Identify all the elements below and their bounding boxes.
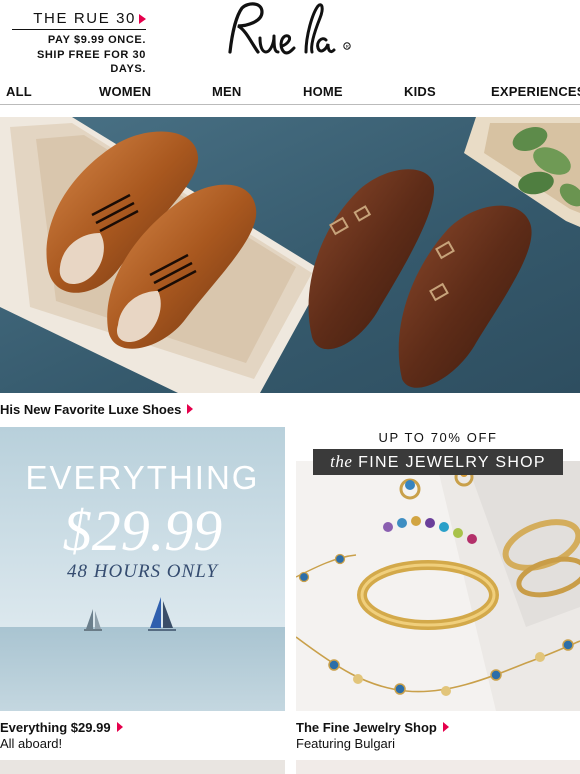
- rue30-title[interactable]: THE RUE 30: [6, 10, 146, 27]
- ruelala-logo[interactable]: R: [222, 0, 358, 64]
- main-nav: ALL WOMEN MEN HOME KIDS EXPERIENCES: [0, 82, 580, 104]
- hero-shoes-image: [0, 117, 580, 393]
- next-tile-left-preview[interactable]: [0, 760, 285, 774]
- hero-banner-shoes[interactable]: [0, 117, 580, 393]
- jewelry-banner-main: FINE JEWELRY SHOP: [358, 454, 546, 471]
- rue30-promo[interactable]: THE RUE 30 PAY $9.99 ONCE. SHIP FREE FOR…: [6, 10, 146, 76]
- nav-item-women[interactable]: WOMEN: [99, 84, 151, 99]
- tile-right-subcaption: Featuring Bulgari: [296, 736, 395, 751]
- jewelry-banner: the FINE JEWELRY SHOP: [313, 449, 563, 475]
- nav-item-experiences[interactable]: EXPERIENCES: [491, 84, 580, 99]
- everything-price: $29.99: [62, 498, 223, 563]
- nav-item-men[interactable]: MEN: [212, 84, 242, 99]
- rue30-line-2: SHIP FREE FOR 30 DAYS.: [36, 49, 146, 75]
- divider: [12, 29, 146, 30]
- nav-item-all[interactable]: ALL: [6, 84, 32, 99]
- nav-item-home[interactable]: HOME: [303, 84, 343, 99]
- arrow-right-icon: [139, 14, 146, 24]
- next-tile-right-preview[interactable]: [296, 760, 580, 774]
- rue30-line-1: PAY $9.99 ONCE.: [47, 34, 146, 46]
- tile-right-caption-text: The Fine Jewelry Shop: [296, 720, 437, 735]
- tile-right-caption-link[interactable]: The Fine Jewelry Shop: [296, 720, 449, 735]
- ruelala-logo-mark: R: [228, 2, 351, 55]
- arrow-right-icon: [116, 722, 123, 732]
- tile-left-subcaption: All aboard!: [0, 736, 63, 751]
- arrow-right-icon: [187, 404, 194, 414]
- tile-left-caption-text: Everything $29.99: [0, 720, 111, 735]
- tile-fine-jewelry[interactable]: UP TO 70% OFF the FINE JEWELRY SHOP: [296, 427, 580, 711]
- jewelry-banner-prefix: the: [330, 452, 353, 471]
- rue30-title-text: THE RUE 30: [33, 10, 136, 27]
- jewelry-discount: UP TO 70% OFF: [378, 430, 498, 445]
- nav-item-kids[interactable]: KIDS: [404, 84, 436, 99]
- everything-headline: EVERYTHING: [25, 459, 260, 496]
- hero-caption-link[interactable]: His New Favorite Luxe Shoes: [0, 402, 194, 417]
- tile-everything-2999[interactable]: EVERYTHING $29.99 48 HOURS ONLY: [0, 427, 285, 711]
- nav-divider: [0, 104, 580, 105]
- everything-subline: 48 HOURS ONLY: [67, 561, 218, 582]
- tile-left-caption-link[interactable]: Everything $29.99: [0, 720, 123, 735]
- hero-caption-text: His New Favorite Luxe Shoes: [0, 402, 182, 417]
- arrow-right-icon: [442, 722, 449, 732]
